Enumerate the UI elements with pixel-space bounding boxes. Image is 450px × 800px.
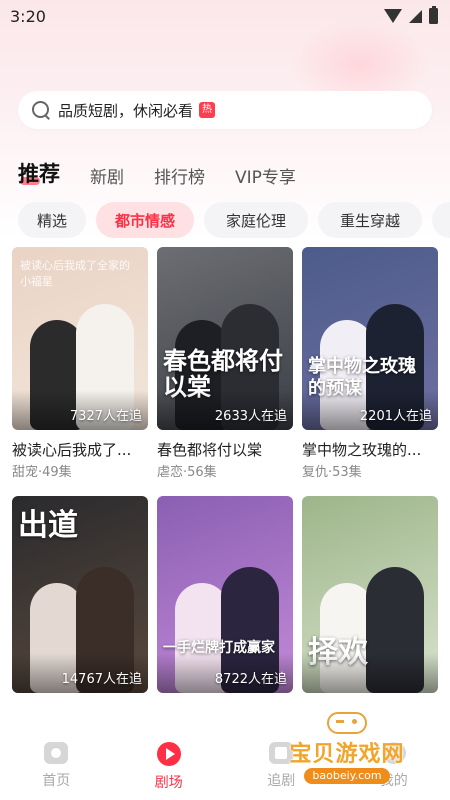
drama-title[interactable]: 掌中物之玫瑰的...: [302, 440, 438, 460]
nav-label: 首页: [42, 773, 71, 789]
poster-text: 被读心后我成了全家的小福星: [20, 259, 130, 288]
drama-poster[interactable]: 择欢: [302, 496, 438, 693]
drama-card[interactable]: 春色都将付以棠 2633人在追 春色都将付以棠 虐恋·56集: [157, 247, 293, 482]
drama-card[interactable]: 掌中物之玫瑰的预谋 2201人在追 掌中物之玫瑰的... 复仇·53集: [302, 247, 438, 482]
signal-icon: [409, 9, 422, 23]
drama-meta: 甜宠·49集: [12, 465, 72, 480]
poster-text: 出道: [18, 508, 78, 543]
drama-poster[interactable]: 春色都将付以棠 2633人在追: [157, 247, 293, 430]
status-bar: 3:20: [0, 0, 450, 32]
drama-meta: 虐恋·56集: [157, 465, 217, 480]
bottom-nav: 首页 剧场 追剧 我的: [0, 728, 450, 800]
drama-grid: 被读心后我成了全家的小福星 7327人在追 被读心后我成了... 甜宠·49集 …: [12, 247, 438, 693]
drama-poster[interactable]: 一手烂牌打成赢家 8722人在追: [157, 496, 293, 693]
tab-new[interactable]: 新剧: [90, 163, 124, 188]
nav-item-home[interactable]: 首页: [16, 742, 96, 790]
drama-card[interactable]: 出道 14767人在追: [12, 496, 148, 693]
drama-meta: 复仇·53集: [302, 465, 362, 480]
drama-card[interactable]: 择欢: [302, 496, 438, 693]
home-icon: [44, 742, 69, 764]
drama-title[interactable]: 被读心后我成了...: [12, 440, 148, 460]
nav-item-mine[interactable]: 我的: [354, 742, 434, 790]
category-chip-family[interactable]: 家庭伦理: [204, 202, 308, 238]
search-placeholder: 品质短剧，休闲必看: [58, 101, 194, 120]
follow-icon: [269, 742, 294, 764]
poster-shade: [302, 653, 438, 693]
drama-poster[interactable]: 掌中物之玫瑰的预谋 2201人在追: [302, 247, 438, 430]
watch-count: 2201人在追: [359, 409, 432, 424]
drama-card[interactable]: 被读心后我成了全家的小福星 7327人在追 被读心后我成了... 甜宠·49集: [12, 247, 148, 482]
nav-label: 我的: [379, 773, 408, 789]
wifi-icon: [384, 9, 402, 23]
status-icons: [384, 6, 438, 24]
mine-icon: [381, 742, 406, 764]
watch-count: 14767人在追: [61, 672, 142, 687]
search-icon: [30, 99, 52, 121]
drama-title[interactable]: 春色都将付以棠: [157, 440, 293, 460]
drama-poster[interactable]: 被读心后我成了全家的小福星 7327人在追: [12, 247, 148, 430]
watch-count: 7327人在追: [69, 409, 142, 424]
nav-item-theater[interactable]: 剧场: [129, 742, 209, 792]
watch-count: 8722人在追: [214, 672, 287, 687]
status-time: 3:20: [10, 6, 46, 26]
drama-poster[interactable]: 出道 14767人在追: [12, 496, 148, 693]
tab-vip[interactable]: VIP专享: [235, 163, 296, 188]
nav-label: 剧场: [154, 775, 183, 791]
tab-recommend[interactable]: 推荐: [18, 158, 60, 188]
category-chip-more[interactable]: [432, 202, 450, 238]
hot-badge: 热: [199, 102, 216, 118]
main-tabs: 推荐 新剧 排行榜 VIP专享: [18, 152, 296, 188]
drama-card[interactable]: 一手烂牌打成赢家 8722人在追: [157, 496, 293, 693]
battery-icon: [429, 6, 438, 24]
search-input[interactable]: 品质短剧，休闲必看 热: [18, 91, 432, 129]
watch-count: 2633人在追: [214, 409, 287, 424]
tab-ranking[interactable]: 排行榜: [154, 163, 205, 188]
category-chips: 精选 都市情感 家庭伦理 重生穿越: [18, 202, 450, 238]
nav-item-follow[interactable]: 追剧: [241, 742, 321, 790]
nav-label: 追剧: [267, 773, 296, 789]
category-chip-urban[interactable]: 都市情感: [96, 202, 194, 238]
theater-icon: [156, 742, 181, 766]
category-chip-rebirth[interactable]: 重生穿越: [318, 202, 422, 238]
category-chip-featured[interactable]: 精选: [18, 202, 86, 238]
